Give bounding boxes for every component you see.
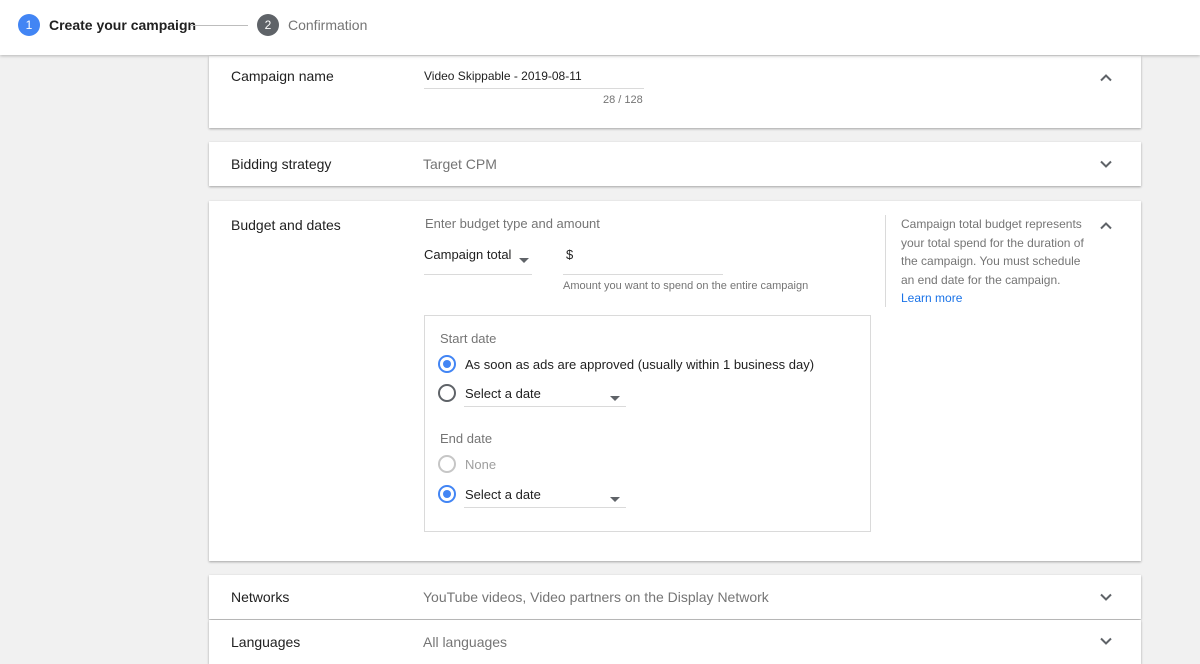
networks-summary: YouTube videos, Video partners on the Di…	[423, 589, 769, 605]
stepper-bar: 1 Create your campaign 2 Confirmation	[0, 0, 1200, 55]
budget-amount-input[interactable]: $	[563, 247, 723, 275]
end-date-none-option[interactable]: None	[438, 454, 496, 474]
end-date-heading: End date	[440, 431, 493, 446]
languages-summary: All languages	[423, 634, 508, 650]
caret-down-icon	[519, 252, 530, 267]
budget-type-select[interactable]: Campaign total	[424, 247, 532, 275]
step-number-2: 2	[257, 14, 279, 36]
caret-down-icon	[610, 389, 620, 407]
start-date-asap-option[interactable]: As soon as ads are approved (usually wit…	[438, 354, 814, 374]
start-date-select-radio[interactable]	[438, 384, 456, 402]
campaign-name-counter: 28 / 128	[603, 94, 643, 106]
bidding-strategy-label: Bidding strategy	[231, 156, 332, 172]
bidding-strategy-panel[interactable]: Bidding strategy Target CPM	[209, 142, 1141, 186]
step-label-confirmation: Confirmation	[288, 17, 368, 33]
end-date-dropdown[interactable]	[464, 482, 626, 508]
chevron-up-icon[interactable]	[1099, 71, 1113, 85]
start-date-heading: Start date	[440, 331, 497, 346]
languages-panel[interactable]: Languages All languages	[209, 620, 1141, 664]
campaign-name-value: Video Skippable - 2019-08-11	[424, 69, 582, 83]
budget-heading: Enter budget type and amount	[425, 216, 600, 231]
end-date-none-radio[interactable]	[438, 455, 456, 473]
budget-amount-help: Amount you want to spend on the entire c…	[563, 280, 809, 292]
start-date-asap-label: As soon as ads are approved (usually wit…	[465, 356, 815, 372]
end-date-select-radio[interactable]	[438, 485, 456, 503]
learn-more-link[interactable]: Learn more	[901, 289, 1095, 308]
chevron-down-icon[interactable]	[1099, 590, 1113, 604]
budget-help-text: Campaign total budget represents your to…	[901, 217, 1084, 287]
start-date-asap-radio[interactable]	[438, 355, 456, 373]
step-connector	[190, 25, 248, 26]
campaign-name-panel: Campaign name Video Skippable - 2019-08-…	[209, 56, 1141, 128]
languages-label: Languages	[231, 634, 301, 650]
currency-symbol: $	[566, 247, 574, 262]
dates-box: Start date As soon as ads are approved (…	[424, 315, 871, 532]
campaign-name-label: Campaign name	[231, 68, 334, 84]
budget-dates-panel: Budget and dates Enter budget type and a…	[209, 201, 1141, 561]
step-label-create-campaign: Create your campaign	[49, 17, 197, 33]
chevron-down-icon[interactable]	[1099, 157, 1113, 171]
budget-dates-label: Budget and dates	[231, 217, 341, 233]
caret-down-icon	[610, 490, 620, 508]
budget-type-value: Campaign total	[424, 247, 512, 262]
step-number-1: 1	[18, 14, 40, 36]
start-date-dropdown[interactable]	[464, 381, 626, 407]
campaign-name-input[interactable]: Video Skippable - 2019-08-11	[424, 67, 644, 89]
chevron-up-icon[interactable]	[1099, 219, 1113, 233]
end-date-none-label: None	[465, 456, 497, 472]
step-confirmation[interactable]: 2 Confirmation	[257, 14, 367, 36]
budget-help-box: Campaign total budget represents your to…	[885, 215, 1095, 307]
networks-label: Networks	[231, 589, 290, 605]
step-create-campaign[interactable]: 1 Create your campaign	[18, 14, 196, 36]
bidding-strategy-summary: Target CPM	[423, 156, 497, 172]
networks-panel[interactable]: Networks YouTube videos, Video partners …	[209, 575, 1141, 619]
chevron-down-icon[interactable]	[1099, 634, 1113, 648]
